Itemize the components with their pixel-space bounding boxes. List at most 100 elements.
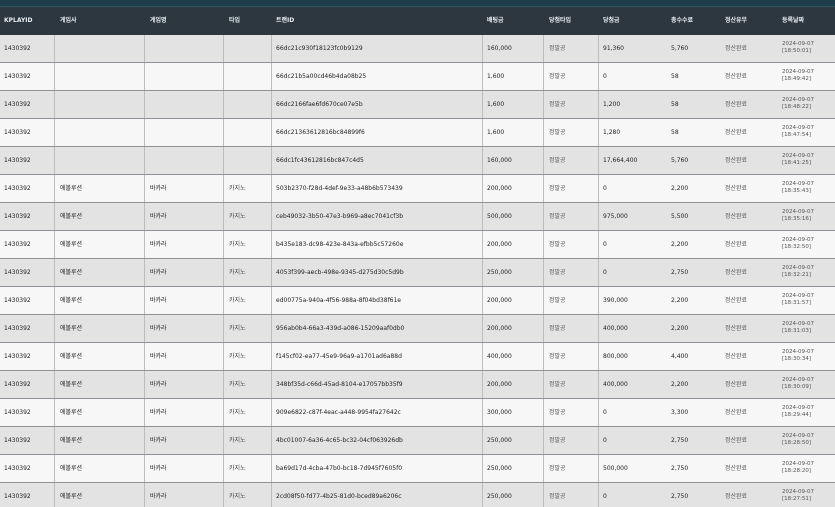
cell-win-amount: 400,000	[603, 381, 628, 388]
table-header: KPLAYID 게임사 게임명 타입 트랜ID 배팅금 당첨타입 당첨금 총수수…	[0, 7, 835, 35]
cell-win-amount: 0	[603, 185, 607, 192]
column-divider	[543, 91, 544, 118]
column-divider	[54, 315, 55, 342]
cell-win-amount: 800,000	[603, 353, 628, 360]
cell-settlement-status: 정산완료	[725, 101, 748, 108]
cell-bet-amount: 200,000	[487, 185, 512, 192]
column-divider	[598, 119, 599, 146]
cell-bet-amount: 500,000	[487, 213, 512, 220]
column-divider	[144, 259, 145, 286]
column-divider	[598, 483, 599, 507]
table-row[interactable]: 1430392 에볼루션 바카라 카지노 ba69d17d-4cba-47b0-bc18…	[0, 455, 835, 483]
cell-type: 카지노	[229, 213, 246, 220]
cell-win-type: 정말공	[549, 381, 566, 388]
table-row[interactable]: 1430392 에볼루션 바카라 카지노 4053f399-aecb-498e-9345…	[0, 259, 835, 287]
column-divider	[598, 455, 599, 482]
date-value: 2024-09-07	[782, 349, 814, 355]
column-divider	[482, 371, 483, 398]
cell-transaction-id: 4bc01007-6a36-4c65-bc32-04cf063926db	[276, 437, 403, 444]
cell-vendor: 에볼루션	[60, 493, 83, 500]
cell-win-type: 정말공	[549, 353, 566, 360]
column-divider	[482, 259, 483, 286]
column-divider	[54, 91, 55, 118]
cell-settlement-status: 정산완료	[725, 213, 748, 220]
col-header-bet: 배팅금	[487, 17, 504, 24]
table-row[interactable]: 1430392 에볼루션 바카라 카지노 348bf35d-c66d-45ad-8104…	[0, 371, 835, 399]
cell-registered-date: 2024-09-07 [18:30:09]	[782, 377, 814, 391]
cell-settlement-status: 정산완료	[725, 409, 748, 416]
cell-kplayid: 1430392	[4, 213, 31, 220]
cell-settlement-status: 정산완료	[725, 353, 748, 360]
table-row[interactable]: 1430392 66dc21b5a00cd46b4da08b25 1,600 정말공 0…	[0, 63, 835, 91]
cell-settlement-status: 정산완료	[725, 325, 748, 332]
table-row[interactable]: 1430392 에볼루션 바카라 카지노 b435e183-dc98-423e-843a…	[0, 231, 835, 259]
column-divider	[223, 231, 224, 258]
cell-settlement-status: 정산완료	[725, 465, 748, 472]
column-divider	[598, 35, 599, 62]
column-divider	[598, 63, 599, 90]
table-row[interactable]: 1430392 에볼루션 바카라 카지노 ed00775a-940a-4f56-988a…	[0, 287, 835, 315]
cell-vendor: 에볼루션	[60, 269, 83, 276]
cell-transaction-id: ed00775a-940a-4f56-988a-8f04bd38f61e	[276, 297, 402, 304]
cell-type: 카지노	[229, 465, 246, 472]
cell-settlement-status: 정산완료	[725, 185, 748, 192]
cell-vendor: 에볼루션	[60, 437, 83, 444]
cell-game: 바카라	[150, 185, 167, 192]
cell-transaction-id: 909e6822-c87f-4eac-a448-9954fa27642c	[276, 409, 401, 416]
table-row[interactable]: 1430392 에볼루션 바카라 카지노 909e6822-c87f-4eac-a448…	[0, 399, 835, 427]
cell-fee: 58	[671, 73, 679, 80]
cell-transaction-id: b435e183-dc98-423e-843a-efbb5c57260e	[276, 241, 404, 248]
cell-transaction-id: 2cd08f50-fd77-4b25-81d0-bced89a6206c	[276, 493, 402, 500]
table-row[interactable]: 1430392 에볼루션 바카라 카지노 503b2370-f28d-4def-9e33…	[0, 175, 835, 203]
table-row[interactable]: 1430392 66dc21363612816bc84899f6 1,600 정말공 1…	[0, 119, 835, 147]
column-divider	[543, 287, 544, 314]
cell-win-amount: 975,000	[603, 213, 628, 220]
cell-win-amount: 1,280	[603, 129, 621, 136]
cell-vendor: 에볼루션	[60, 241, 83, 248]
results-table: 1430392 66dc21c930f18123fc0b9129 160,000 정말…	[0, 35, 835, 507]
col-header-date: 등록날짜	[782, 17, 805, 24]
time-value: [18:50:01]	[782, 48, 811, 54]
table-row[interactable]: 1430392 66dc21c930f18123fc0b9129 160,000 정말…	[0, 35, 835, 63]
cell-kplayid: 1430392	[4, 409, 31, 416]
table-row[interactable]: 1430392 에볼루션 바카라 카지노 f145cf02-ea77-45e9-96a9…	[0, 343, 835, 371]
cell-kplayid: 1430392	[4, 73, 31, 80]
column-divider	[482, 91, 483, 118]
time-value: [18:30:34]	[782, 356, 811, 362]
table-row[interactable]: 1430392 에볼루션 바카라 카지노 ceb49032-3b50-47e3-b969…	[0, 203, 835, 231]
column-divider	[543, 231, 544, 258]
column-divider	[54, 259, 55, 286]
column-divider	[223, 63, 224, 90]
column-divider	[271, 91, 272, 118]
date-value: 2024-09-07	[782, 125, 814, 131]
time-value: [18:41:25]	[782, 160, 811, 166]
cell-fee: 5,500	[671, 213, 689, 220]
column-divider	[271, 203, 272, 230]
cell-game: 바카라	[150, 465, 167, 472]
cell-kplayid: 1430392	[4, 437, 31, 444]
column-divider	[54, 371, 55, 398]
table-row[interactable]: 1430392 66dc1fc43612816bc847c4d5 160,000 정말…	[0, 147, 835, 175]
column-divider	[598, 91, 599, 118]
cell-win-type: 정말공	[549, 129, 566, 136]
time-value: [18:28:20]	[782, 468, 811, 474]
column-divider	[271, 399, 272, 426]
cell-settlement-status: 정산완료	[725, 129, 748, 136]
cell-registered-date: 2024-09-07 [18:27:51]	[782, 489, 814, 503]
table-row[interactable]: 1430392 에볼루션 바카라 카지노 2cd08f50-fd77-4b25-81d0…	[0, 483, 835, 507]
time-value: [18:29:44]	[782, 412, 811, 418]
column-divider	[144, 371, 145, 398]
cell-game: 바카라	[150, 269, 167, 276]
column-divider	[223, 483, 224, 507]
date-value: 2024-09-07	[782, 321, 814, 327]
cell-vendor: 에볼루션	[60, 465, 83, 472]
column-divider	[482, 231, 483, 258]
table-row[interactable]: 1430392 에볼루션 바카라 카지노 956ab0b4-66a3-439d-a086…	[0, 315, 835, 343]
column-divider	[543, 259, 544, 286]
cell-vendor: 에볼루션	[60, 409, 83, 416]
cell-registered-date: 2024-09-07 [18:28:50]	[782, 433, 814, 447]
table-row[interactable]: 1430392 에볼루션 바카라 카지노 4bc01007-6a36-4c65-bc32…	[0, 427, 835, 455]
col-header-win-type: 당첨타입	[549, 17, 572, 24]
column-divider	[598, 343, 599, 370]
table-row[interactable]: 1430392 66dc2166fae6fd670ce07e5b 1,600 정말공 1…	[0, 91, 835, 119]
